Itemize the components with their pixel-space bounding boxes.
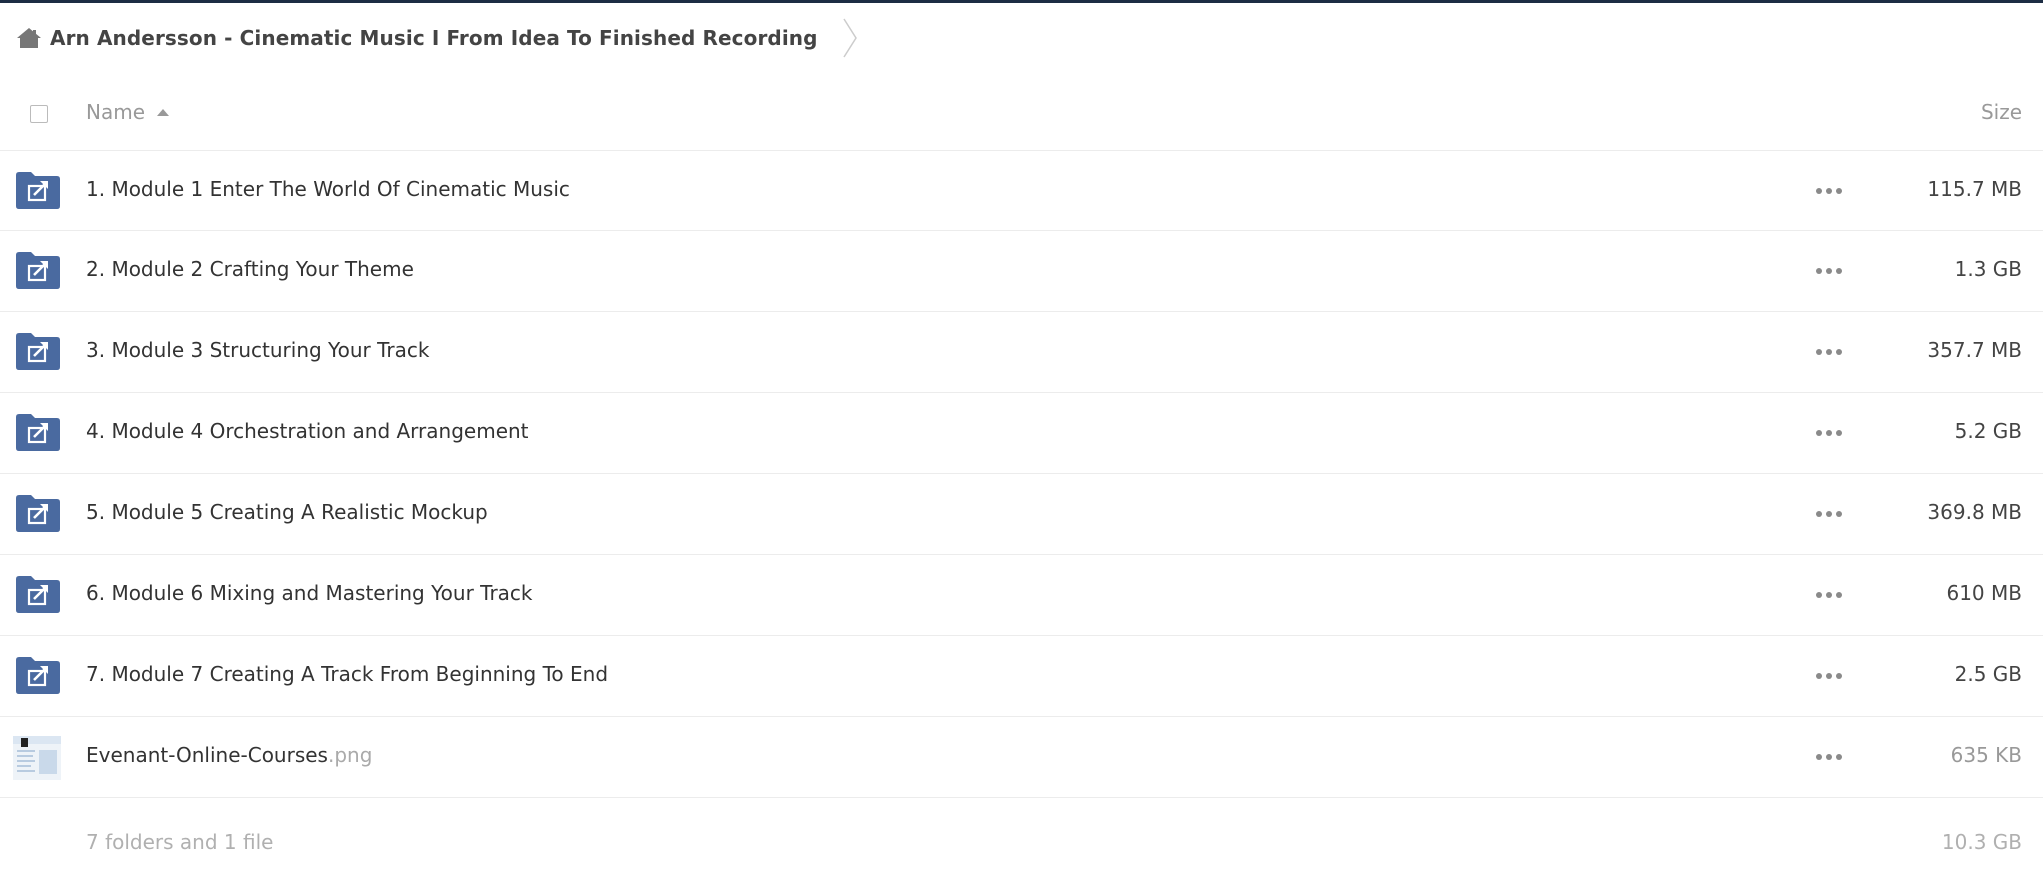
file-name-base: 4. Module 4 Orchestration and Arrangemen… [86, 419, 529, 443]
file-name[interactable]: 4. Module 4 Orchestration and Arrangemen… [86, 419, 529, 443]
file-row[interactable]: 3. Module 3 Structuring Your Track 357.7 … [0, 312, 2043, 393]
summary-total-size: 10.3 GB [1941, 830, 2022, 854]
file-name[interactable]: 2. Module 2 Crafting Your Theme [86, 257, 414, 281]
select-all-checkbox[interactable] [30, 105, 48, 123]
shared-folder-icon[interactable] [16, 251, 60, 289]
file-name-base: Evenant-Online-Courses [86, 743, 328, 767]
file-name[interactable]: 6. Module 6 Mixing and Mastering Your Tr… [86, 581, 533, 605]
summary-count: 7 folders and 1 file [86, 830, 274, 854]
file-size: 357.7 MB [1927, 338, 2022, 362]
size-column-header[interactable]: Size [1981, 100, 2022, 124]
file-list-summary: 7 folders and 1 file 10.3 GB [0, 800, 2043, 860]
file-row[interactable]: 6. Module 6 Mixing and Mastering Your Tr… [0, 555, 2043, 636]
file-name-base: 7. Module 7 Creating A Track From Beginn… [86, 662, 609, 686]
file-name[interactable]: Evenant-Online-Courses.png [86, 743, 372, 767]
shared-folder-icon[interactable] [16, 656, 60, 694]
breadcrumb-separator-icon [842, 18, 858, 58]
file-row[interactable]: 7. Module 7 Creating A Track From Beginn… [0, 636, 2043, 717]
file-name[interactable]: 1. Module 1 Enter The World Of Cinematic… [86, 177, 570, 201]
name-column-header[interactable]: Name [86, 100, 170, 124]
more-actions-icon[interactable] [1816, 585, 1842, 605]
more-actions-icon[interactable] [1816, 261, 1842, 281]
file-row[interactable]: 2. Module 2 Crafting Your Theme 1.3 GB [0, 231, 2043, 312]
file-size: 610 MB [1946, 581, 2022, 605]
breadcrumb-current-folder[interactable]: Arn Andersson - Cinematic Music I From I… [50, 26, 818, 50]
file-name-base: 3. Module 3 Structuring Your Track [86, 338, 430, 362]
file-name-base: 5. Module 5 Creating A Realistic Mockup [86, 500, 488, 524]
shared-folder-icon[interactable] [16, 413, 60, 451]
more-actions-icon[interactable] [1816, 504, 1842, 524]
file-list: 1. Module 1 Enter The World Of Cinematic… [0, 151, 2043, 798]
breadcrumb: Arn Andersson - Cinematic Music I From I… [16, 18, 858, 58]
file-size: 5.2 GB [1954, 419, 2022, 443]
more-actions-icon[interactable] [1816, 747, 1842, 767]
file-row[interactable]: 5. Module 5 Creating A Realistic Mockup 3… [0, 474, 2043, 555]
file-name[interactable]: 7. Module 7 Creating A Track From Beginn… [86, 662, 608, 686]
file-extension: .png [327, 743, 373, 767]
more-actions-icon[interactable] [1816, 423, 1842, 443]
image-thumbnail[interactable] [13, 736, 61, 780]
more-actions-icon[interactable] [1816, 181, 1842, 201]
more-actions-icon[interactable] [1816, 666, 1842, 686]
shared-folder-icon[interactable] [16, 332, 60, 370]
file-name-base: 1. Module 1 Enter The World Of Cinematic… [86, 177, 570, 201]
sort-ascending-icon [157, 108, 170, 116]
home-icon[interactable] [16, 27, 42, 49]
file-row[interactable]: 4. Module 4 Orchestration and Arrangemen… [0, 393, 2043, 474]
name-column-label: Name [86, 100, 146, 124]
file-name[interactable]: 5. Module 5 Creating A Realistic Mockup [86, 500, 488, 524]
top-border [0, 0, 2043, 3]
shared-folder-icon[interactable] [16, 171, 60, 209]
file-size: 635 KB [1950, 743, 2022, 767]
file-row[interactable]: Evenant-Online-Courses.png 635 KB [0, 717, 2043, 798]
file-size: 2.5 GB [1954, 662, 2022, 686]
file-name[interactable]: 3. Module 3 Structuring Your Track [86, 338, 429, 362]
file-size: 369.8 MB [1927, 500, 2022, 524]
shared-folder-icon[interactable] [16, 575, 60, 613]
file-list-header: Name Size [0, 75, 2043, 151]
file-row[interactable]: 1. Module 1 Enter The World Of Cinematic… [0, 151, 2043, 231]
file-size: 1.3 GB [1954, 257, 2022, 281]
more-actions-icon[interactable] [1816, 342, 1842, 362]
file-size: 115.7 MB [1927, 177, 2022, 201]
file-name-base: 6. Module 6 Mixing and Mastering Your Tr… [86, 581, 533, 605]
shared-folder-icon[interactable] [16, 494, 60, 532]
file-name-base: 2. Module 2 Crafting Your Theme [86, 257, 414, 281]
